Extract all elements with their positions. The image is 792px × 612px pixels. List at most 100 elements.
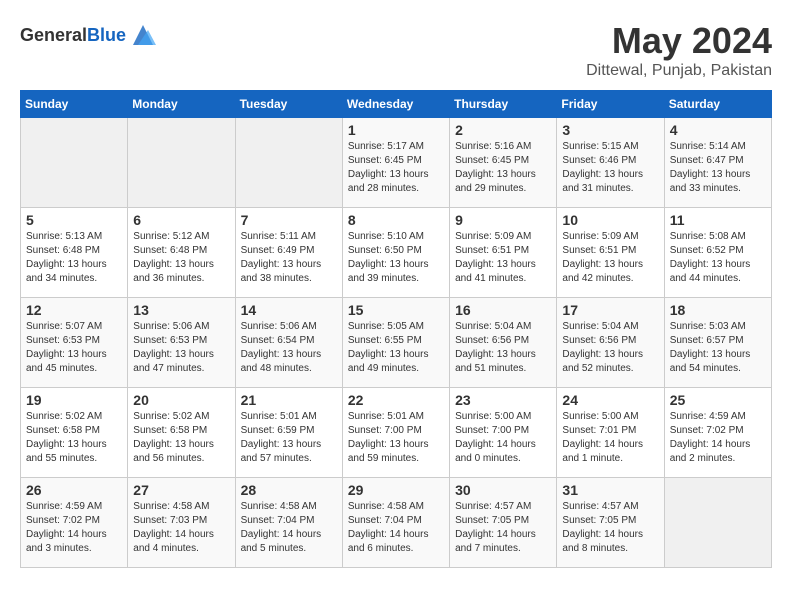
day-info: Sunrise: 5:11 AMSunset: 6:49 PMDaylight:…: [241, 230, 337, 286]
day-number: 26: [26, 482, 122, 498]
calendar-body: 1 Sunrise: 5:17 AMSunset: 6:45 PMDaylight…: [21, 118, 772, 568]
calendar-week-5: 26 Sunrise: 4:59 AMSunset: 7:02 PMDayligh…: [21, 478, 772, 568]
day-number: 16: [455, 302, 551, 318]
day-info: Sunrise: 5:12 AMSunset: 6:48 PMDaylight:…: [133, 230, 229, 286]
day-number: 11: [670, 212, 766, 228]
calendar-cell: 2 Sunrise: 5:16 AMSunset: 6:45 PMDaylight…: [450, 118, 557, 208]
day-number: 15: [348, 302, 444, 318]
day-number: 22: [348, 392, 444, 408]
logo-general: General: [20, 25, 87, 45]
day-number: 1: [348, 122, 444, 138]
calendar-cell: 12Sunrise: 5:07 AMSunset: 6:53 PMDayligh…: [21, 298, 128, 388]
day-info: Sunrise: 4:59 AMSunset: 7:02 PMDaylight:…: [26, 500, 122, 556]
header-row: SundayMondayTuesdayWednesdayThursdayFrid…: [21, 91, 772, 118]
calendar-header: SundayMondayTuesdayWednesdayThursdayFrid…: [21, 91, 772, 118]
day-info: Sunrise: 5:07 AMSunset: 6:53 PMDaylight:…: [26, 320, 122, 376]
calendar-cell: 21 Sunrise: 5:01 AMSunset: 6:59 PMDayligh…: [235, 388, 342, 478]
day-info: Sunrise: 5:03 AMSunset: 6:57 PMDaylight:…: [670, 320, 766, 376]
day-number: 31: [562, 482, 658, 498]
calendar-cell: [664, 478, 771, 568]
day-number: 14: [241, 302, 337, 318]
day-number: 24: [562, 392, 658, 408]
day-info: Sunrise: 4:58 AMSunset: 7:04 PMDaylight:…: [241, 500, 337, 556]
calendar-week-3: 12Sunrise: 5:07 AMSunset: 6:53 PMDayligh…: [21, 298, 772, 388]
column-header-saturday: Saturday: [664, 91, 771, 118]
calendar-cell: 20 Sunrise: 5:02 AMSunset: 6:58 PMDayligh…: [128, 388, 235, 478]
day-number: 25: [670, 392, 766, 408]
column-header-sunday: Sunday: [21, 91, 128, 118]
calendar-cell: 29 Sunrise: 4:58 AMSunset: 7:04 PMDayligh…: [342, 478, 449, 568]
calendar-cell: 9 Sunrise: 5:09 AMSunset: 6:51 PMDaylight…: [450, 208, 557, 298]
title-block: May 2024 Dittewal, Punjab, Pakistan: [586, 20, 772, 80]
day-number: 7: [241, 212, 337, 228]
day-number: 30: [455, 482, 551, 498]
day-number: 8: [348, 212, 444, 228]
day-info: Sunrise: 5:04 AMSunset: 6:56 PMDaylight:…: [455, 320, 551, 376]
calendar-cell: 31 Sunrise: 4:57 AMSunset: 7:05 PMDayligh…: [557, 478, 664, 568]
day-info: Sunrise: 5:16 AMSunset: 6:45 PMDaylight:…: [455, 140, 551, 196]
day-info: Sunrise: 4:59 AMSunset: 7:02 PMDaylight:…: [670, 410, 766, 466]
calendar-cell: 13Sunrise: 5:06 AMSunset: 6:53 PMDayligh…: [128, 298, 235, 388]
day-number: 9: [455, 212, 551, 228]
calendar-week-2: 5 Sunrise: 5:13 AMSunset: 6:48 PMDaylight…: [21, 208, 772, 298]
day-info: Sunrise: 5:17 AMSunset: 6:45 PMDaylight:…: [348, 140, 444, 196]
calendar-cell: 15Sunrise: 5:05 AMSunset: 6:55 PMDayligh…: [342, 298, 449, 388]
calendar-cell: 23 Sunrise: 5:00 AMSunset: 7:00 PMDayligh…: [450, 388, 557, 478]
day-info: Sunrise: 4:57 AMSunset: 7:05 PMDaylight:…: [562, 500, 658, 556]
column-header-friday: Friday: [557, 91, 664, 118]
calendar-cell: 1 Sunrise: 5:17 AMSunset: 6:45 PMDaylight…: [342, 118, 449, 208]
calendar-cell: 18Sunrise: 5:03 AMSunset: 6:57 PMDayligh…: [664, 298, 771, 388]
page-header: GeneralBlue May 2024 Dittewal, Punjab, P…: [20, 20, 772, 80]
day-info: Sunrise: 5:15 AMSunset: 6:46 PMDaylight:…: [562, 140, 658, 196]
calendar-cell: [128, 118, 235, 208]
day-info: Sunrise: 5:02 AMSunset: 6:58 PMDaylight:…: [133, 410, 229, 466]
calendar-cell: 6 Sunrise: 5:12 AMSunset: 6:48 PMDaylight…: [128, 208, 235, 298]
column-header-thursday: Thursday: [450, 91, 557, 118]
calendar-cell: 26 Sunrise: 4:59 AMSunset: 7:02 PMDayligh…: [21, 478, 128, 568]
calendar-cell: 16 Sunrise: 5:04 AMSunset: 6:56 PMDayligh…: [450, 298, 557, 388]
calendar-cell: 11Sunrise: 5:08 AMSunset: 6:52 PMDayligh…: [664, 208, 771, 298]
calendar-week-4: 19Sunrise: 5:02 AMSunset: 6:58 PMDayligh…: [21, 388, 772, 478]
calendar-week-1: 1 Sunrise: 5:17 AMSunset: 6:45 PMDaylight…: [21, 118, 772, 208]
calendar-cell: 10 Sunrise: 5:09 AMSunset: 6:51 PMDayligh…: [557, 208, 664, 298]
calendar-cell: 17 Sunrise: 5:04 AMSunset: 6:56 PMDayligh…: [557, 298, 664, 388]
day-info: Sunrise: 5:02 AMSunset: 6:58 PMDaylight:…: [26, 410, 122, 466]
column-header-tuesday: Tuesday: [235, 91, 342, 118]
day-info: Sunrise: 4:58 AMSunset: 7:04 PMDaylight:…: [348, 500, 444, 556]
calendar-cell: 5 Sunrise: 5:13 AMSunset: 6:48 PMDaylight…: [21, 208, 128, 298]
day-number: 5: [26, 212, 122, 228]
logo-icon: [128, 20, 158, 50]
day-info: Sunrise: 5:09 AMSunset: 6:51 PMDaylight:…: [562, 230, 658, 286]
day-number: 20: [133, 392, 229, 408]
calendar-cell: 30Sunrise: 4:57 AMSunset: 7:05 PMDayligh…: [450, 478, 557, 568]
subtitle: Dittewal, Punjab, Pakistan: [586, 62, 772, 80]
day-number: 6: [133, 212, 229, 228]
day-number: 29: [348, 482, 444, 498]
calendar-cell: 8Sunrise: 5:10 AMSunset: 6:50 PMDaylight…: [342, 208, 449, 298]
day-number: 2: [455, 122, 551, 138]
day-number: 17: [562, 302, 658, 318]
day-info: Sunrise: 5:13 AMSunset: 6:48 PMDaylight:…: [26, 230, 122, 286]
day-info: Sunrise: 5:01 AMSunset: 7:00 PMDaylight:…: [348, 410, 444, 466]
logo-blue: Blue: [87, 25, 126, 45]
day-info: Sunrise: 5:01 AMSunset: 6:59 PMDaylight:…: [241, 410, 337, 466]
day-number: 21: [241, 392, 337, 408]
calendar-cell: [21, 118, 128, 208]
calendar-cell: 14 Sunrise: 5:06 AMSunset: 6:54 PMDayligh…: [235, 298, 342, 388]
day-info: Sunrise: 5:06 AMSunset: 6:53 PMDaylight:…: [133, 320, 229, 376]
calendar-cell: 25 Sunrise: 4:59 AMSunset: 7:02 PMDayligh…: [664, 388, 771, 478]
calendar-cell: 3 Sunrise: 5:15 AMSunset: 6:46 PMDaylight…: [557, 118, 664, 208]
day-number: 3: [562, 122, 658, 138]
day-info: Sunrise: 5:04 AMSunset: 6:56 PMDaylight:…: [562, 320, 658, 376]
day-info: Sunrise: 5:06 AMSunset: 6:54 PMDaylight:…: [241, 320, 337, 376]
day-info: Sunrise: 5:14 AMSunset: 6:47 PMDaylight:…: [670, 140, 766, 196]
calendar-cell: 7 Sunrise: 5:11 AMSunset: 6:49 PMDaylight…: [235, 208, 342, 298]
calendar-table: SundayMondayTuesdayWednesdayThursdayFrid…: [20, 90, 772, 568]
day-info: Sunrise: 5:09 AMSunset: 6:51 PMDaylight:…: [455, 230, 551, 286]
day-number: 23: [455, 392, 551, 408]
day-number: 10: [562, 212, 658, 228]
calendar-cell: [235, 118, 342, 208]
calendar-cell: 19Sunrise: 5:02 AMSunset: 6:58 PMDayligh…: [21, 388, 128, 478]
calendar-cell: 4Sunrise: 5:14 AMSunset: 6:47 PMDaylight…: [664, 118, 771, 208]
day-info: Sunrise: 5:00 AMSunset: 7:00 PMDaylight:…: [455, 410, 551, 466]
